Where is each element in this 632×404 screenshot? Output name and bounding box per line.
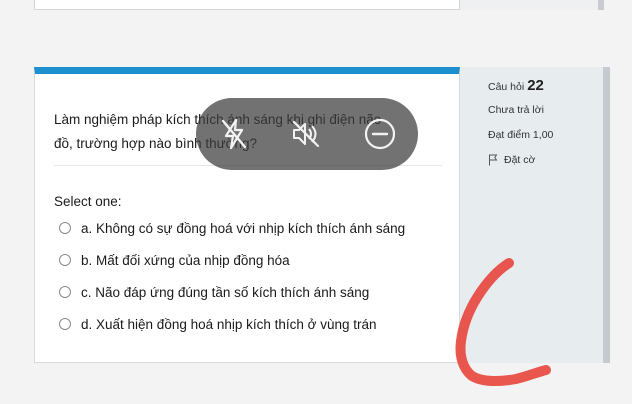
flag-question-label: Đặt cờ	[504, 154, 536, 166]
select-one-label: Select one:	[54, 194, 122, 209]
question-info-panel: Câu hỏi 22 Chưa trả lời Đạt điểm 1,00 Đặt…	[460, 67, 610, 363]
flag-question-button[interactable]: Đặt cờ	[488, 154, 535, 166]
question-number-value: 22	[527, 77, 544, 94]
answer-option-label: b. Mất đối xứng của nhịp đồng hóa	[81, 252, 290, 268]
answer-option-a[interactable]: a. Không có sự đồng hoá với nhịp kích th…	[59, 219, 405, 237]
minus-circle-icon[interactable]	[362, 116, 398, 152]
radio-button[interactable]	[59, 286, 71, 298]
flag-icon	[489, 154, 498, 166]
question-number-label: Câu hỏi	[488, 81, 525, 93]
flash-off-icon[interactable]	[216, 116, 252, 152]
radio-button[interactable]	[59, 254, 71, 266]
question-marks: Đạt điểm 1,00	[488, 129, 554, 141]
answer-option-d[interactable]: d. Xuất hiện đồng hoá nhịp kích thích ở …	[59, 315, 377, 333]
radio-button[interactable]	[59, 318, 71, 330]
answer-option-c[interactable]: c. Não đáp ứng đúng tần số kích thích án…	[59, 283, 369, 301]
mute-icon[interactable]	[288, 116, 324, 152]
answer-option-label: c. Não đáp ứng đúng tần số kích thích án…	[81, 284, 370, 300]
answer-status: Chưa trả lời	[488, 104, 544, 116]
answer-option-b[interactable]: b. Mất đối xứng của nhịp đồng hóa	[59, 251, 290, 269]
media-controls-overlay	[196, 98, 418, 170]
radio-button[interactable]	[59, 222, 71, 234]
question-number: Câu hỏi 22	[488, 77, 544, 94]
previous-question-info	[460, 0, 604, 10]
answer-option-label: a. Không có sự đồng hoá với nhịp kích th…	[81, 220, 406, 236]
previous-question-card	[34, 0, 460, 10]
answer-option-label: d. Xuất hiện đồng hoá nhịp kích thích ở …	[81, 316, 377, 332]
